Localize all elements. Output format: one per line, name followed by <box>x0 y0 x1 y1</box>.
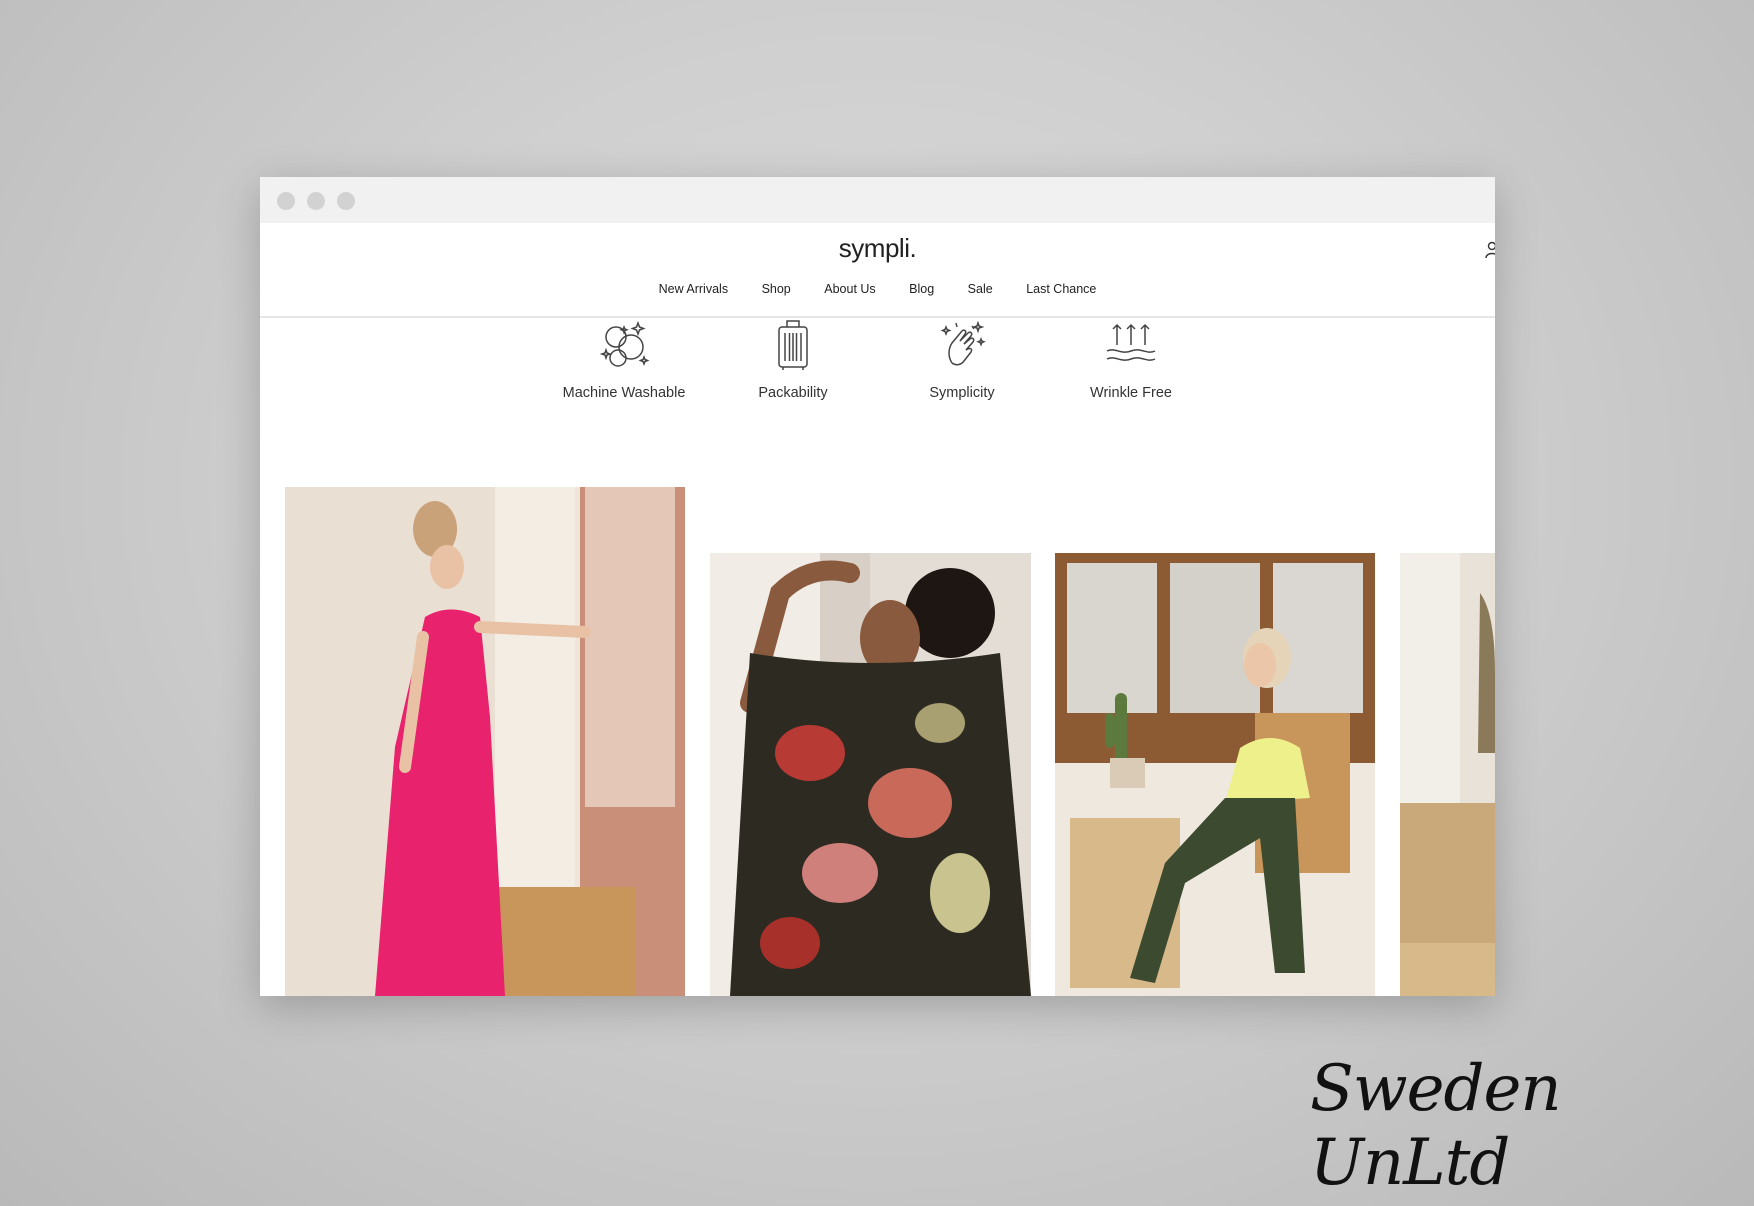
feature-strip: Machine Washable Packability Symplicity … <box>260 317 1495 427</box>
gallery-photo-pink-dress[interactable] <box>285 487 685 996</box>
main-nav: New Arrivals Shop About Us Blog Sale Las… <box>260 282 1495 296</box>
washing-bubbles-icon <box>599 320 650 367</box>
snap-fingers-icon <box>940 320 986 366</box>
window-minimize-dot[interactable] <box>307 192 325 210</box>
site-header: sympli. New Arrivals Shop About Us Blog … <box>260 223 1495 318</box>
suitcase-icon <box>778 320 808 370</box>
watermark-signature: Sweden UnLtd <box>1310 1052 1562 1200</box>
browser-window: sympli. New Arrivals Shop About Us Blog … <box>260 177 1495 996</box>
brand-logo[interactable]: sympli. <box>260 233 1495 264</box>
nav-sale[interactable]: Sale <box>968 282 993 296</box>
feature-label: Wrinkle Free <box>1090 385 1172 401</box>
window-maximize-dot[interactable] <box>337 192 355 210</box>
window-close-dot[interactable] <box>277 192 295 210</box>
feature-label: Symplicity <box>929 385 995 401</box>
nav-shop[interactable]: Shop <box>762 282 791 296</box>
feature-machine-washable: Machine Washable <box>539 317 709 401</box>
wrinkle-free-arrows-icon <box>1106 323 1156 361</box>
gallery-photo-partial[interactable] <box>1400 553 1495 996</box>
account-icon[interactable] <box>1485 241 1495 259</box>
feature-label: Machine Washable <box>562 385 686 401</box>
nav-about-us[interactable]: About Us <box>824 282 875 296</box>
gallery-photo-floral-top[interactable] <box>710 553 1031 996</box>
nav-new-arrivals[interactable]: New Arrivals <box>659 282 728 296</box>
feature-packability: Packability <box>708 317 878 401</box>
browser-chrome <box>260 177 1495 223</box>
photo-illustration <box>285 487 685 996</box>
photo-illustration <box>1055 553 1375 996</box>
photo-illustration <box>710 553 1031 996</box>
gallery-photo-yellow-tank[interactable] <box>1055 553 1375 996</box>
feature-label: Packability <box>758 385 828 401</box>
feature-wrinkle-free: Wrinkle Free <box>1046 317 1216 401</box>
nav-last-chance[interactable]: Last Chance <box>1026 282 1096 296</box>
feature-symplicity: Symplicity <box>877 317 1047 401</box>
nav-blog[interactable]: Blog <box>909 282 934 296</box>
photo-illustration <box>1400 553 1495 996</box>
